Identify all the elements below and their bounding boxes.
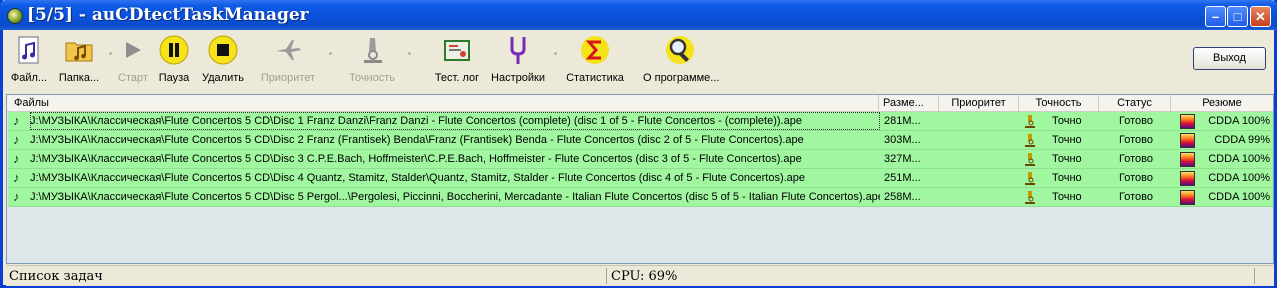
file-path: J:\МУЗЫКА\Классическая\Flute Concertos 5…: [30, 112, 880, 130]
test-log-button[interactable]: Тест. лог: [431, 34, 483, 84]
table-row[interactable]: ♪ J:\МУЗЫКА\Классическая\Flute Concertos…: [8, 150, 1273, 169]
sigma-icon: [579, 34, 611, 66]
pause-icon: [158, 34, 190, 66]
app-window: [5/5] - auCDtectTaskManager – □ ✕ Файл..…: [0, 0, 1277, 288]
file-priority: [940, 188, 1020, 206]
file-size: 258M...: [884, 191, 921, 203]
spectrum-icon: [1180, 171, 1195, 186]
status-divider: [1254, 268, 1255, 284]
stop-icon: [207, 34, 239, 66]
microscope-icon: [356, 34, 388, 66]
table-row[interactable]: ♪ J:\МУЗЫКА\Классическая\Flute Concertos…: [8, 169, 1273, 188]
file-accuracy: Точно: [1052, 115, 1082, 127]
file-size: 251M...: [884, 172, 921, 184]
file-summary: CDDA 100%: [1208, 191, 1270, 203]
file-status: Готово: [1119, 172, 1153, 184]
col-accuracy-header[interactable]: Точность: [1019, 95, 1099, 111]
file-path: J:\МУЗЫКА\Классическая\Flute Concertos 5…: [30, 134, 804, 146]
music-file-icon: [13, 34, 45, 66]
table-row[interactable]: ♪ J:\МУЗЫКА\Классическая\Flute Concertos…: [8, 131, 1273, 150]
file-priority: [940, 112, 1020, 130]
file-accuracy: Точно: [1052, 191, 1082, 203]
music-note-icon: ♪: [13, 170, 20, 185]
minimize-button[interactable]: –: [1205, 6, 1226, 27]
file-size: 327M...: [884, 153, 921, 165]
list-header: Файлы Разме... Приоритет Точность Статус…: [7, 95, 1273, 112]
window-title: [5/5] - auCDtectTaskManager: [27, 5, 309, 25]
file-accuracy: Точно: [1052, 153, 1082, 165]
status-task-list: Список задач: [9, 269, 103, 284]
title-bar[interactable]: [5/5] - auCDtectTaskManager – □ ✕: [0, 0, 1277, 30]
table-row[interactable]: ♪ J:\МУЗЫКА\Классическая\Flute Concertos…: [8, 112, 1273, 131]
file-priority: [940, 131, 1020, 149]
toolbar-separator: [329, 52, 332, 55]
toolbar-separator: [408, 52, 411, 55]
delete-button[interactable]: Удалить: [199, 34, 247, 84]
airplane-icon: [272, 34, 304, 66]
spectrum-icon: [1180, 133, 1195, 148]
table-row[interactable]: ♪ J:\МУЗЫКА\Классическая\Flute Concertos…: [8, 188, 1273, 207]
music-note-icon: ♪: [13, 151, 20, 166]
file-path: J:\МУЗЫКА\Классическая\Flute Concertos 5…: [30, 191, 880, 203]
status-bar: Список задач CPU: 69%: [6, 265, 1274, 286]
about-button[interactable]: О программе...: [643, 34, 719, 84]
music-note-icon: ♪: [13, 113, 20, 128]
file-accuracy: Точно: [1052, 172, 1082, 184]
spectrum-icon: [1180, 114, 1195, 129]
certificate-icon: [441, 34, 473, 66]
statistics-button[interactable]: Статистика: [564, 34, 626, 84]
exit-button[interactable]: Выход: [1193, 47, 1266, 70]
magnifier-icon: [664, 34, 696, 66]
play-icon: [117, 34, 149, 66]
spectrum-icon: [1180, 152, 1195, 167]
file-priority: [940, 150, 1020, 168]
col-status-header[interactable]: Статус: [1099, 95, 1171, 111]
settings-button[interactable]: Настройки: [490, 34, 546, 84]
status-divider: [606, 268, 607, 284]
music-folder-icon: [63, 34, 95, 66]
file-size: 281M...: [884, 115, 921, 127]
file-status: Готово: [1119, 115, 1153, 127]
accuracy-button[interactable]: Точность: [346, 34, 398, 84]
col-size-header[interactable]: Разме...: [879, 95, 939, 111]
file-summary: CDDA 100%: [1208, 153, 1270, 165]
add-files-button[interactable]: Файл...: [9, 34, 49, 84]
file-summary: CDDA 99%: [1214, 134, 1270, 146]
file-status: Готово: [1119, 153, 1153, 165]
toolbar-separator: [109, 52, 112, 55]
status-cpu: CPU: 69%: [611, 269, 678, 284]
pause-button[interactable]: Пауза: [156, 34, 192, 84]
file-summary: CDDA 100%: [1208, 115, 1270, 127]
task-list[interactable]: Файлы Разме... Приоритет Точность Статус…: [6, 94, 1274, 264]
file-path: J:\МУЗЫКА\Классическая\Flute Concertos 5…: [30, 153, 802, 165]
col-files-header[interactable]: Файлы: [7, 95, 879, 111]
file-summary: CDDA 100%: [1208, 172, 1270, 184]
tuning-fork-icon: [502, 34, 534, 66]
add-folder-button[interactable]: Папка...: [55, 34, 103, 84]
priority-button[interactable]: Приоритет: [258, 34, 318, 84]
file-accuracy: Точно: [1052, 134, 1082, 146]
app-icon[interactable]: [7, 8, 23, 24]
file-status: Готово: [1119, 134, 1153, 146]
toolbar: Файл... Папка... Старт Пауза Удалить При…: [3, 30, 1274, 92]
file-path: J:\МУЗЫКА\Классическая\Flute Concertos 5…: [30, 172, 806, 184]
microscope-icon: [1024, 114, 1036, 128]
music-note-icon: ♪: [13, 132, 20, 147]
microscope-icon: [1024, 152, 1036, 166]
file-priority: [940, 169, 1020, 187]
col-priority-header[interactable]: Приоритет: [939, 95, 1019, 111]
microscope-icon: [1024, 171, 1036, 185]
microscope-icon: [1024, 133, 1036, 147]
col-summary-header[interactable]: Резюме: [1171, 95, 1273, 111]
file-size: 303M...: [884, 134, 921, 146]
maximize-button[interactable]: □: [1227, 6, 1248, 27]
close-button[interactable]: ✕: [1250, 6, 1271, 27]
file-status: Готово: [1119, 191, 1153, 203]
microscope-icon: [1024, 190, 1036, 204]
music-note-icon: ♪: [13, 189, 20, 204]
spectrum-icon: [1180, 190, 1195, 205]
start-button[interactable]: Старт: [116, 34, 150, 84]
toolbar-separator: [554, 52, 557, 55]
